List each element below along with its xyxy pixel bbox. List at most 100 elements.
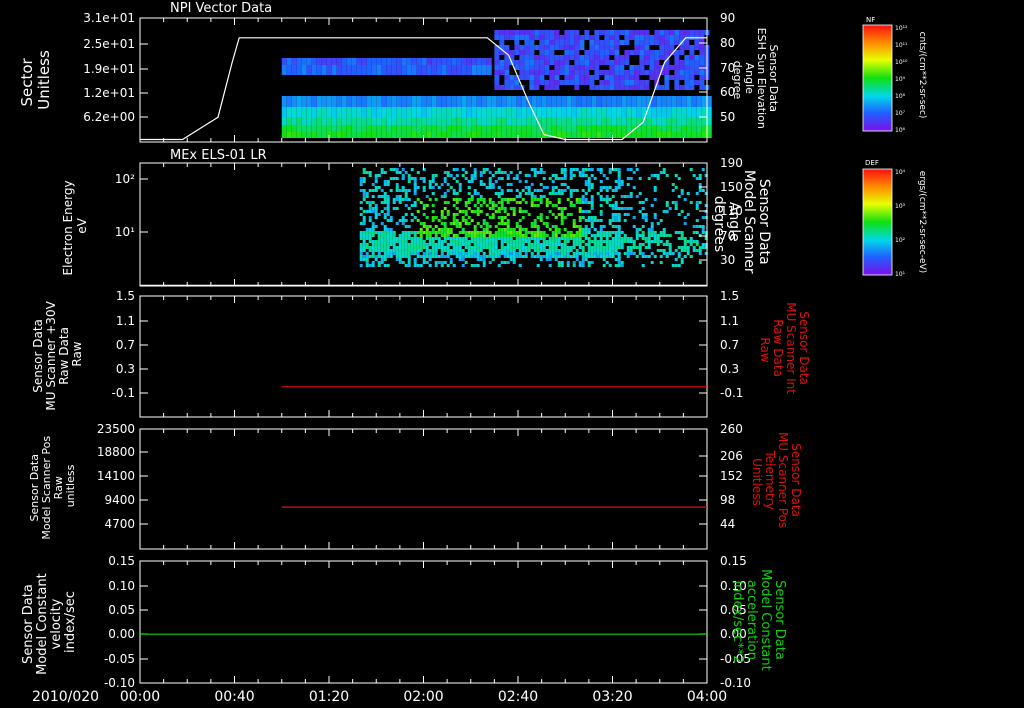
heatmap-cell [641,207,645,210]
heatmap-cell [679,75,685,80]
heatmap-cell [464,222,468,225]
heatmap-cell [316,65,322,75]
heatmap-cell [614,234,618,237]
heatmap-cell [548,258,552,261]
heatmap-cell [533,243,537,246]
heatmap-cell [404,246,408,249]
heatmap-cell [649,40,655,45]
heatmap-cell [617,225,621,228]
heatmap-cell [560,243,564,246]
heatmap-cell [471,58,477,65]
heatmap-cell [425,261,429,264]
heatmap-cell [398,258,402,261]
heatmap-cell [491,132,497,138]
heatmap-cell [461,240,465,243]
heatmap-cell [506,243,510,246]
heatmap-cell [639,35,645,40]
heatmap-cell [476,240,480,243]
heatmap-cell [515,195,519,198]
heatmap-cell [557,264,561,267]
heatmap-cell [440,255,444,258]
heatmap-cell [449,237,453,240]
heatmap-cell [527,174,531,177]
heatmap-cell [281,107,287,117]
heatmap-cell [341,125,347,132]
heatmap-cell [666,132,672,138]
heatmap-cell [476,255,480,258]
heatmap-cell [431,243,435,246]
heatmap-cell [488,237,492,240]
heatmap-cell [362,198,366,201]
heatmap-cell [569,45,575,50]
heatmap-cell [624,55,630,60]
heatmap-cell [362,177,366,180]
heatmap-cell [452,216,456,219]
heatmap-cell [481,107,487,117]
heatmap-cell [524,249,528,252]
heatmap-cell [694,65,700,70]
heatmap-cell [425,234,429,237]
heatmap-cell [611,243,615,246]
heatmap-cell [631,117,637,125]
heatmap-cell [566,240,570,243]
heatmap-cell [557,243,561,246]
heatmap-cell [649,65,655,70]
heatmap-cell [611,246,615,249]
heatmap-cell [426,117,432,125]
heatmap-cell [624,85,630,90]
heatmap-cell [681,107,687,117]
heatmap-cell [579,75,585,80]
heatmap-cell [639,80,645,85]
heatmap-cell [619,75,625,80]
heatmap-cell [534,75,540,80]
heatmap-cell [701,132,707,138]
heatmap-cell [556,107,562,117]
heatmap-cell [316,117,322,125]
heatmap-cell [431,58,437,65]
heatmap-cell [701,168,705,171]
heatmap-cell [470,231,474,234]
right-tick-label: 0.3 [720,362,739,376]
heatmap-cell [599,255,603,258]
heatmap-cell [497,249,501,252]
heatmap-cell [521,255,525,258]
heatmap-cell [629,207,633,210]
heatmap-cell [452,252,456,255]
heatmap-cell [401,246,405,249]
heatmap-cell [605,243,609,246]
heatmap-cell [617,258,621,261]
heatmap-cell [605,252,609,255]
heatmap-cell [674,30,680,35]
heatmap-cell [554,246,558,249]
heatmap-cell [494,50,500,55]
heatmap-cell [416,132,422,138]
heatmap-cell [398,201,402,204]
heatmap-cell [602,264,606,267]
heatmap-cell [374,213,378,216]
heatmap-cell [623,252,627,255]
heatmap-cell [696,107,702,117]
heatmap-cell [581,234,585,237]
heatmap-cell [389,216,393,219]
heatmap-cell [503,231,507,234]
heatmap-cell [548,192,552,195]
heatmap-cell [575,225,579,228]
heatmap-cell [669,45,675,50]
heatmap-cell [416,210,420,213]
heatmap-cell [381,65,387,75]
heatmap-cell [479,246,483,249]
heatmap-cell [316,107,322,117]
heatmap-cell [458,243,462,246]
heatmap-cell [434,216,438,219]
heatmap-cell [572,261,576,264]
heatmap-cell [559,55,565,60]
heatmap-cell [527,231,531,234]
heatmap-cell [689,240,693,243]
heatmap-cell [452,237,456,240]
heatmap-cell [416,186,420,189]
heatmap-cell [500,171,504,174]
heatmap-cell [359,252,363,255]
heatmap-cell [695,243,699,246]
heatmap-cell [539,237,543,240]
heatmap-cell [518,240,522,243]
